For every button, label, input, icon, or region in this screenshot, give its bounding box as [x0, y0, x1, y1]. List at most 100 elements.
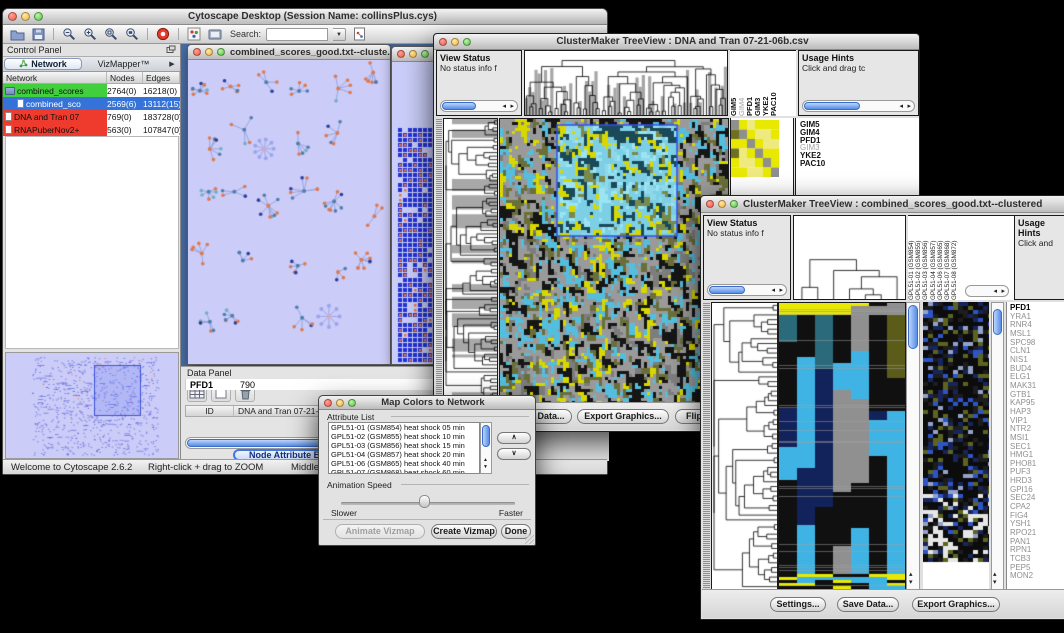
scroll-right-arrow[interactable]: ▸ [1001, 287, 1005, 296]
main-titlebar[interactable]: Cytoscape Desktop (Session Name: collins… [3, 9, 607, 25]
tv1-row-dendrogram[interactable] [444, 119, 497, 402]
scrollbar-thumb[interactable] [709, 286, 745, 294]
zoom-fit-icon[interactable] [124, 27, 140, 42]
scroll-up-arrow[interactable]: ▴ [993, 571, 997, 579]
column-label[interactable]: GPL51-04 (GSM857) [930, 217, 937, 300]
minimize-button[interactable] [718, 200, 726, 208]
minimize-button[interactable] [409, 50, 417, 58]
close-button[interactable] [8, 12, 17, 21]
view-status-scrollbar[interactable]: ◂▸ [440, 100, 518, 112]
network-list-row[interactable]: combined_scores 2764(0) 16218(0) [3, 84, 180, 97]
network-file-icon[interactable] [351, 27, 367, 42]
minimize-button[interactable] [336, 399, 344, 407]
scroll-right-arrow[interactable]: ▸ [907, 102, 911, 111]
save-data-button[interactable]: Save Data... [837, 597, 899, 612]
tv2-col-dendrogram[interactable] [794, 216, 905, 299]
dialog-titlebar[interactable]: Map Colors to Network [319, 396, 535, 410]
scrollbar-thumb[interactable] [482, 425, 490, 447]
gene-label[interactable]: MON2 [1010, 572, 1064, 581]
zoom-button[interactable] [348, 399, 356, 407]
attribute-list-scrollbar[interactable]: ▲ ▼ [480, 422, 492, 474]
col-header-network[interactable]: Network [3, 72, 107, 83]
tv1-col-dendrogram[interactable] [525, 51, 727, 115]
animation-speed-slider-thumb[interactable] [419, 495, 430, 508]
scroll-left-arrow[interactable]: ◂ [771, 286, 775, 295]
float-panel-icon[interactable] [166, 45, 176, 56]
gene-label[interactable]: PAC10 [800, 160, 919, 168]
tv2-subheatmap[interactable] [923, 302, 989, 564]
resize-grip[interactable] [525, 535, 534, 544]
save-icon[interactable] [30, 27, 46, 42]
snapshot-icon[interactable] [207, 27, 223, 42]
scrollbar-thumb[interactable] [804, 102, 860, 110]
attribute-list-item[interactable]: GPL51-03 (GSM856) heat shock 15 min [329, 441, 479, 450]
scrollbar-thumb[interactable] [908, 305, 918, 349]
scroll-down-arrow[interactable]: ▾ [909, 579, 913, 587]
col-header-id[interactable]: ID [186, 406, 234, 416]
move-up-button[interactable]: ∧ [497, 432, 531, 444]
close-button[interactable] [397, 50, 405, 58]
help-lifesaver-icon[interactable] [155, 27, 171, 42]
heatmap-vertical-scrollbar[interactable]: ▴ ▾ [906, 302, 920, 590]
col-header-edges[interactable]: Edges [143, 72, 180, 83]
create-vizmap-button[interactable]: Create Vizmap [431, 524, 497, 539]
column-label[interactable]: GPL51-03 (GSM856) [922, 217, 929, 300]
close-button[interactable] [706, 200, 714, 208]
export-graphics-button[interactable]: Export Graphics... [577, 409, 669, 424]
close-button[interactable] [324, 399, 332, 407]
minimize-button[interactable] [205, 48, 213, 56]
scroll-right-arrow[interactable]: ▸ [779, 286, 783, 295]
zoom-button[interactable] [463, 38, 471, 46]
network-canvas[interactable] [188, 60, 390, 364]
treeview1-titlebar[interactable]: ClusterMaker TreeView : DNA and Tran 07-… [434, 34, 919, 50]
tv1-heatmap[interactable] [500, 119, 728, 402]
move-down-button[interactable]: ∨ [497, 448, 531, 460]
network-list-row[interactable]: combined_sco 2569(6) 13112(15) [3, 97, 180, 110]
network-view-titlebar[interactable]: combined_scores_good.txt--cluste... [188, 45, 390, 60]
tv2-row-dendrogram[interactable] [712, 303, 777, 589]
graphics-details-icon[interactable] [186, 27, 202, 42]
close-button[interactable] [439, 38, 447, 46]
attribute-list-item[interactable]: GPL51-02 (GSM855) heat shock 10 min [329, 432, 479, 441]
scroll-down-arrow[interactable]: ▼ [483, 463, 488, 471]
zoom-button[interactable] [421, 50, 429, 58]
minimize-button[interactable] [21, 12, 30, 21]
open-icon[interactable] [9, 27, 25, 42]
tab-network[interactable]: Network [4, 58, 82, 70]
save-data-button[interactable]: Data... [530, 409, 572, 424]
export-graphics-button[interactable]: Export Graphics... [912, 597, 1000, 612]
close-button[interactable] [193, 48, 201, 56]
network-list-row[interactable]: RNAPuberNov2+ 563(0) 107847(0) [3, 123, 180, 136]
col-header-nodes[interactable]: Nodes [107, 72, 143, 83]
tv2-heatmap[interactable] [779, 303, 905, 589]
treeview2-titlebar[interactable]: ClusterMaker TreeView : combined_scores_… [701, 196, 1064, 213]
network-overview-panel[interactable] [5, 352, 179, 459]
tab-overflow-button[interactable]: ▶ [164, 57, 180, 71]
attribute-list-item[interactable]: GPL51-04 (GSM857) heat shock 20 min [329, 450, 479, 459]
zoom-button[interactable] [730, 200, 738, 208]
attribute-list-item[interactable]: GPL51-07 (GSM868) heat shock 60 min [329, 468, 479, 474]
animate-vizmap-button[interactable]: Animate Vizmap [335, 524, 425, 539]
attribute-list-item[interactable]: GPL51-06 (GSM865) heat shock 40 min [329, 459, 479, 468]
column-label[interactable]: PAC10 [770, 54, 778, 116]
zoom-button[interactable] [217, 48, 225, 56]
scrollbar-thumb[interactable] [993, 309, 1002, 335]
view-status-scrollbar[interactable]: ◂▸ [707, 284, 787, 296]
tab-vizmapper[interactable]: VizMapper™ [83, 57, 164, 71]
scroll-left-arrow[interactable]: ◂ [993, 287, 997, 296]
scroll-left-arrow[interactable]: ◂ [502, 102, 506, 111]
network-list-row[interactable]: DNA and Tran 07 769(0) 183728(0) [3, 110, 180, 123]
scroll-down-arrow[interactable]: ▾ [993, 579, 997, 587]
usage-hints-scrollbar[interactable]: ◂▸ [802, 100, 915, 112]
zoom-selected-icon[interactable] [103, 27, 119, 42]
column-label[interactable]: GPL51-08 (GSM872) [951, 217, 958, 300]
tv1-submatrix[interactable] [731, 120, 779, 177]
minimize-button[interactable] [451, 38, 459, 46]
search-input[interactable] [266, 28, 328, 41]
scroll-left-arrow[interactable]: ◂ [899, 102, 903, 111]
search-dropdown-arrow[interactable]: ▼ [333, 28, 346, 41]
settings-button[interactable]: Settings... [770, 597, 826, 612]
scroll-right-arrow[interactable]: ▸ [510, 102, 514, 111]
gene-panel-scrollbar[interactable]: ◂▸ [965, 285, 1009, 297]
column-label[interactable]: GPL51-06 (GSM865) [937, 217, 944, 300]
